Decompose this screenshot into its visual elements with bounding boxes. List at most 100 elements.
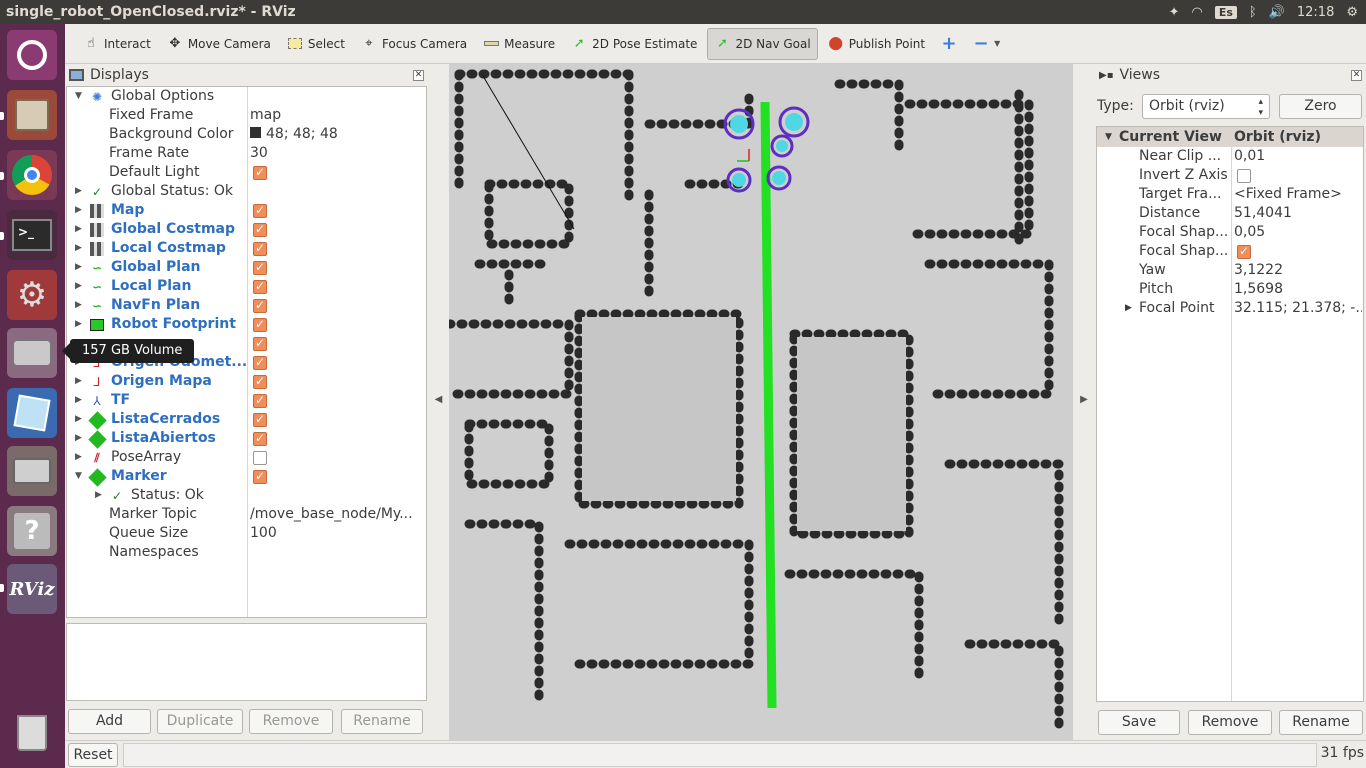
move-camera-tool[interactable]: ✥ Move Camera: [161, 28, 277, 60]
tree-row[interactable]: Background Color 48; 48; 48: [67, 125, 426, 144]
interact-tool[interactable]: ☝ Interact: [77, 28, 157, 60]
fps-counter: 31 fps: [1320, 745, 1364, 761]
display-checkbox[interactable]: [253, 429, 267, 448]
gear-icon[interactable]: ⚙: [1346, 5, 1358, 20]
tree-row[interactable]: Fixed Frame map: [67, 106, 426, 125]
display-checkbox[interactable]: [253, 353, 267, 372]
volume-launcher[interactable]: [7, 328, 57, 378]
files-launcher[interactable]: [7, 90, 57, 140]
tree-row[interactable]: ▶ ⅄ TF: [67, 391, 426, 410]
rename-view-button[interactable]: Rename: [1279, 710, 1363, 735]
view-property-row[interactable]: Near Clip ... 0,01: [1097, 147, 1363, 166]
tree-row[interactable]: ▶ ✓ Status: Ok: [67, 486, 426, 505]
add-tool-button[interactable]: +: [935, 28, 963, 60]
view-property-row[interactable]: Pitch 1,5698: [1097, 280, 1363, 299]
tree-row[interactable]: ▶ ∽ NavFn Plan: [67, 296, 426, 315]
display-checkbox[interactable]: [253, 220, 267, 239]
tree-row[interactable]: Marker Topic/move_base_node/My...: [67, 505, 426, 524]
tree-row[interactable]: Frame Rate 30: [67, 144, 426, 163]
save-button[interactable]: Save: [1098, 710, 1180, 735]
display-checkbox[interactable]: [253, 201, 267, 220]
tree-row[interactable]: ▶ ∽ Global Plan: [67, 258, 426, 277]
select-tool[interactable]: Select: [281, 28, 351, 60]
remove-button[interactable]: Remove: [249, 709, 333, 734]
tree-row[interactable]: ▶ ✓ Global Status: Ok: [67, 182, 426, 201]
rename-button[interactable]: Rename: [341, 709, 423, 734]
tree-row[interactable]: ▶ Map: [67, 201, 426, 220]
settings-launcher[interactable]: ⚙: [7, 270, 57, 320]
display-checkbox[interactable]: [253, 258, 267, 277]
display-checkbox[interactable]: [253, 239, 267, 258]
tree-row[interactable]: ▶ ⅃ Origen Mapa: [67, 372, 426, 391]
measure-tool[interactable]: Measure: [477, 28, 561, 60]
map-pin-icon: ⬤: [828, 36, 843, 51]
virtualbox-launcher[interactable]: [7, 388, 57, 438]
view-property-row[interactable]: Focal Shap... 0,05: [1097, 223, 1363, 242]
tree-row[interactable]: Queue Size 100: [67, 524, 426, 543]
collapse-right-arrow[interactable]: ▶: [1073, 64, 1095, 740]
pose-estimate-tool[interactable]: ➚ 2D Pose Estimate: [565, 28, 703, 60]
display-checkbox[interactable]: [253, 451, 267, 465]
rviz-launcher[interactable]: RViz: [7, 564, 57, 614]
view-type-select[interactable]: Orbit (rviz) ▴ ▾: [1142, 94, 1270, 119]
display-checkbox[interactable]: [253, 334, 267, 353]
display-checkbox[interactable]: [253, 372, 267, 391]
add-button[interactable]: Add: [68, 709, 151, 734]
path-icon: ∽: [91, 298, 103, 313]
tree-row[interactable]: ▶ Global Costmap: [67, 220, 426, 239]
view-property-row[interactable]: Target Fra... <Fixed Frame>: [1097, 185, 1363, 204]
tree-row[interactable]: ▶ Local Costmap: [67, 239, 426, 258]
launcher: >_ ⚙ ? RViz: [0, 24, 65, 768]
tree-row[interactable]: Default Light: [67, 163, 426, 182]
chrome-launcher[interactable]: [7, 150, 57, 200]
tree-row[interactable]: ▼ Marker: [67, 467, 426, 487]
display-checkbox[interactable]: [253, 410, 267, 429]
tree-row[interactable]: ▶ ListaAbiertos: [67, 429, 426, 449]
default-light-checkbox[interactable]: [253, 163, 267, 182]
display-checkbox[interactable]: [253, 467, 267, 486]
tree-row[interactable]: ▶ ⫽ PoseArray: [67, 448, 426, 467]
current-view-tree[interactable]: ▼ Current View Orbit (rviz) Near Clip ... 0…: [1096, 126, 1364, 702]
bluetooth-icon[interactable]: ᛒ: [1249, 5, 1257, 20]
focus-camera-tool[interactable]: ⌖ Focus Camera: [355, 28, 473, 60]
view-property-row[interactable]: ▶ Focal Point 32.115; 21.378; -...: [1097, 299, 1363, 318]
keyboard-layout-indicator[interactable]: Es: [1214, 5, 1237, 19]
close-icon[interactable]: ✕: [413, 69, 424, 81]
tree-row[interactable]: ▼ ✺ Global Options: [67, 87, 426, 106]
tree-row[interactable]: ▶ ∽ Local Plan: [67, 277, 426, 296]
printer-launcher[interactable]: [7, 446, 57, 496]
nav-goal-tool[interactable]: ➚ 2D Nav Goal: [707, 27, 818, 60]
view-property-row[interactable]: Distance 51,4041: [1097, 204, 1363, 223]
tree-row[interactable]: ▶ ListaCerrados: [67, 410, 426, 430]
focal-shape-checkbox[interactable]: [1237, 242, 1251, 261]
display-checkbox[interactable]: [253, 391, 267, 410]
view-property-row[interactable]: Yaw 3,1222: [1097, 261, 1363, 280]
display-checkbox[interactable]: [253, 296, 267, 315]
zero-button[interactable]: Zero: [1279, 94, 1362, 119]
volume-icon[interactable]: 🔊: [1269, 5, 1285, 20]
trash-launcher[interactable]: [7, 708, 57, 758]
view-property-row[interactable]: Invert Z Axis: [1097, 166, 1363, 185]
reset-button[interactable]: Reset: [68, 743, 118, 767]
duplicate-button[interactable]: Duplicate: [157, 709, 243, 734]
display-checkbox[interactable]: [253, 315, 267, 334]
remove-view-button[interactable]: Remove: [1188, 710, 1272, 735]
display-checkbox[interactable]: [253, 277, 267, 296]
view-property-row[interactable]: Focal Shap...: [1097, 242, 1363, 261]
publish-point-tool[interactable]: ⬤ Publish Point: [822, 28, 931, 60]
terminal-launcher[interactable]: >_: [7, 210, 57, 260]
tree-row[interactable]: ▶ Robot Footprint: [67, 315, 426, 334]
wifi-icon[interactable]: ◠: [1191, 5, 1202, 20]
chevron-down-icon: ▼: [994, 39, 1001, 48]
collapse-left-arrow[interactable]: ◀: [428, 64, 449, 740]
render-view[interactable]: [449, 64, 1073, 740]
tree-row[interactable]: Namespaces: [67, 543, 426, 562]
invert-z-checkbox[interactable]: [1237, 169, 1251, 183]
views-panel: ▶▪ Views ✕ Type: Orbit (rviz) ▴ ▾ Zero ▼ Cu…: [1095, 64, 1366, 740]
ubuntu-dash-button[interactable]: [7, 30, 57, 80]
dropbox-icon[interactable]: ✦: [1169, 5, 1180, 20]
close-icon[interactable]: ✕: [1351, 69, 1362, 81]
remove-tool-button[interactable]: − ▼: [967, 28, 1006, 60]
help-launcher[interactable]: ?: [7, 506, 57, 556]
clock[interactable]: 12:18: [1297, 5, 1334, 20]
